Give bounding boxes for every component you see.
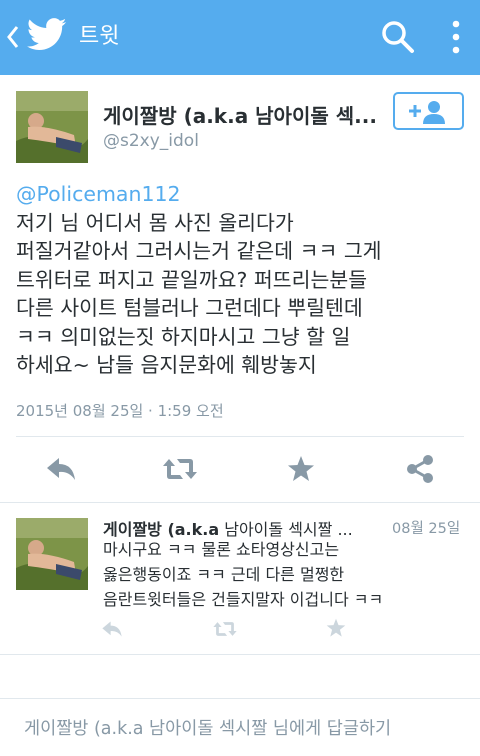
author-name[interactable]: 게이짤방 (a.k.a 남아이돌 섹... (103, 100, 383, 129)
divider (16, 436, 464, 437)
tweet-timestamp: 2015년 08월 25일 · 1:59 오전 (16, 402, 224, 420)
reply-author-avatar[interactable] (16, 518, 88, 590)
share-icon[interactable] (406, 454, 434, 484)
reply-date: 08월 25일 (392, 521, 461, 537)
search-icon[interactable] (381, 20, 415, 54)
tweet-line: 저기 님 어디서 몸 사진 올리다가 (16, 210, 294, 235)
reply-line: 음란트윗터들은 건들지말자 이겁니다 ㅋㅋ (103, 590, 384, 609)
add-user-icon (409, 101, 445, 124)
tweet-line: ㅋㅋ 의미없는짓 하지마시고 그냥 할 일 (16, 324, 351, 349)
mention-link[interactable]: @Policeman112 (16, 180, 471, 209)
twitter-bird-icon (26, 18, 67, 54)
author-handle: @s2xy_idol (103, 131, 199, 151)
follow-button[interactable] (393, 92, 464, 130)
reply-text: 마시구요 ㅋㅋ 물론 쇼타영상신고는 옳은행동이죠 ㅋㅋ 근데 다른 멀쩡한 음… (103, 537, 473, 612)
reply-icon[interactable] (101, 620, 123, 638)
divider (0, 654, 480, 655)
more-vertical-icon[interactable] (446, 18, 466, 56)
tweet-line: 다른 사이트 텀블러나 그런데다 뿌릴텐데 (16, 296, 363, 320)
app-bar: 트윗 (0, 0, 480, 75)
retweet-icon[interactable] (212, 620, 238, 638)
tweet-line: 퍼질거같아서 그러시는거 같은데 ㅋㅋ 그게 (16, 239, 382, 263)
reply-line: 옳은행동이죠 ㅋㅋ 근데 다른 멀쩡한 (103, 565, 345, 584)
chevron-left-icon[interactable] (7, 24, 19, 50)
divider (0, 502, 480, 503)
reply-icon[interactable] (45, 456, 77, 482)
reply-compose-bar[interactable]: 게이짤방 (a.k.a 남아이돌 섹시짤 님에게 답글하기 (0, 698, 480, 756)
retweet-icon[interactable] (161, 456, 199, 482)
star-icon[interactable] (287, 455, 315, 483)
tweet-text: @Policeman112 저기 님 어디서 몸 사진 올리다가 퍼질거같아서 … (16, 180, 471, 380)
tweet-line: 트위터로 퍼지고 끝일까요? 퍼뜨리는분들 (16, 267, 368, 292)
author-avatar[interactable] (16, 91, 88, 163)
reply-line: 마시구요 ㅋㅋ 물론 쇼타영상신고는 (103, 540, 340, 559)
star-icon[interactable] (326, 618, 346, 638)
tweet-line: 하세요~ 남들 음지문화에 훼방놓지 (16, 353, 317, 377)
reply-input[interactable]: 게이짤방 (a.k.a 남아이돌 섹시짤 님에게 답글하기 (24, 715, 464, 740)
page-title: 트윗 (79, 24, 120, 49)
